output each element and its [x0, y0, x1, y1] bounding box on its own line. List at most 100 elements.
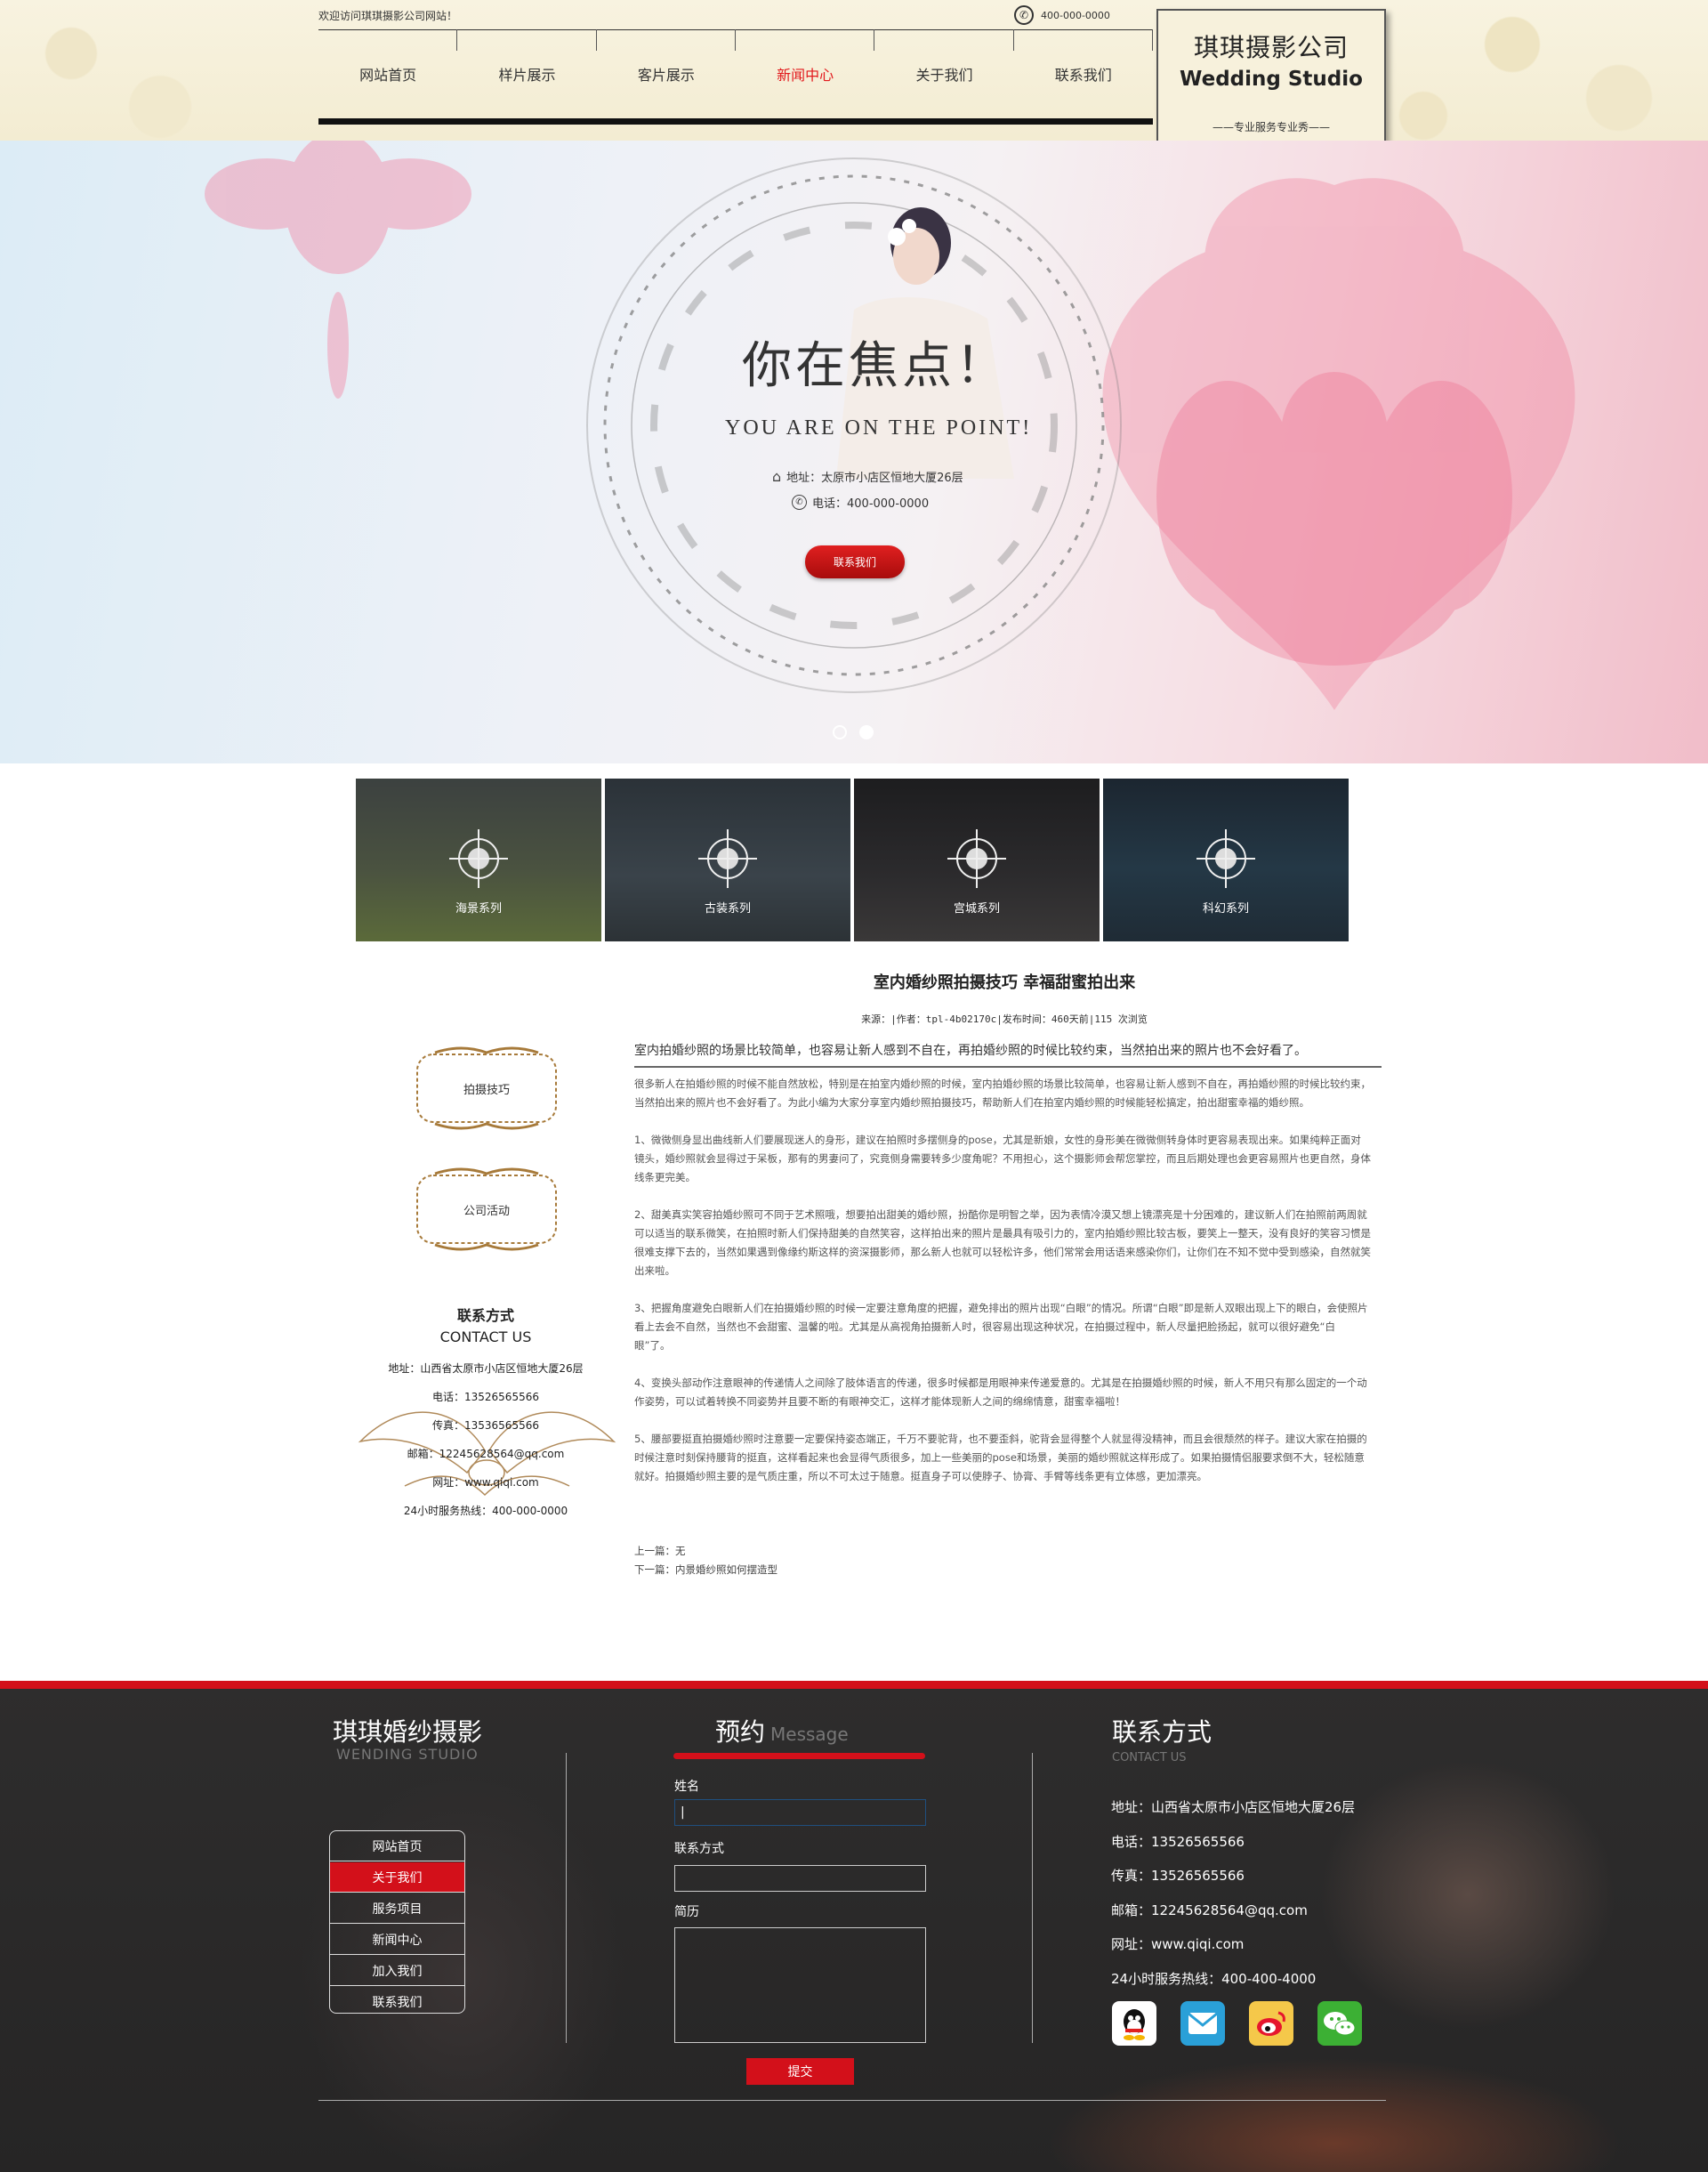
- name-field[interactable]: |: [674, 1799, 926, 1826]
- sidebar-contact-website: 网址：www.qiqi.com: [432, 1476, 539, 1489]
- name-label: 姓名: [674, 1780, 699, 1794]
- wechat-icon[interactable]: [1317, 2001, 1362, 2046]
- sidebar-item-company-events[interactable]: 公司活动: [408, 1165, 565, 1254]
- logo-cn: 琪琪摄影公司: [1193, 33, 1349, 62]
- crosshair-icon: [698, 829, 757, 888]
- article-title: 室内婚纱照拍摄技巧 幸福甜蜜拍出来: [873, 973, 1136, 992]
- qq-icon[interactable]: [1112, 2001, 1156, 2046]
- logo[interactable]: 琪琪摄影公司 Wedding Studio ——专业服务专业秀——: [1156, 9, 1386, 161]
- contact-field[interactable]: [674, 1865, 926, 1892]
- slider-dot-2[interactable]: [859, 725, 874, 739]
- article-paragraph: 5、腰部要挺直拍摄婚纱照时注意要一定要保持姿态端正，千万不要驼背，也不要歪斜，驼…: [634, 1433, 1367, 1482]
- footer-contact-title: 联系方式: [1112, 1717, 1213, 1747]
- category-label: 海景系列: [455, 902, 502, 916]
- contact-label: 联系方式: [674, 1842, 724, 1856]
- footer-contact-email: 邮箱：12245628564@qq.com: [1111, 1902, 1308, 1918]
- nav-item-home[interactable]: 网站首页: [318, 29, 458, 118]
- banner-decoration: [205, 141, 1575, 710]
- header-phone: ✆ 400-000-0000: [1014, 5, 1110, 25]
- category-label: 宫城系列: [953, 902, 1000, 916]
- footer-contact-phone: 电话：13526565566: [1111, 1834, 1245, 1850]
- banner-address-text: 地址：太原市小店区恒地大厦26层: [786, 472, 963, 485]
- nav-item-news[interactable]: 新闻中心: [736, 29, 875, 118]
- logo-en: Wedding Studio: [1180, 68, 1363, 91]
- category-ancient[interactable]: 古装系列: [605, 779, 850, 941]
- nav-item-about[interactable]: 关于我们: [874, 29, 1014, 118]
- phone-icon: ✆: [1014, 5, 1034, 25]
- message-title-bar: [673, 1753, 925, 1759]
- article-paragraph: 3、把握角度避免白眼新人们在拍摄婚纱照的时候一定要注意角度的把握，避免排出的照片…: [634, 1302, 1368, 1352]
- logo-slogan: ——专业服务专业秀——: [1212, 121, 1330, 133]
- welcome-text: 欢迎访问琪琪摄影公司网站！: [318, 10, 458, 22]
- slider-dot-1[interactable]: [833, 725, 847, 739]
- article-paragraph: 4、变换头部动作注意眼神的传递情人之间除了肢体语言的传递，很多时候都是用眼神来传…: [634, 1377, 1367, 1408]
- sidebar-item-photo-tips[interactable]: 拍摄技巧: [408, 1044, 565, 1133]
- footer-contact-address: 地址：山西省太原市小店区恒地大厦26层: [1111, 1799, 1356, 1815]
- contact-us-button[interactable]: 联系我们: [805, 545, 905, 578]
- article-paragraph: 2、甜美真实笑容拍婚纱照可不同于艺术照哦，想要拍出甜美的婚纱照，扮酷你是明智之举…: [634, 1208, 1371, 1277]
- footer-bottom-rule: [318, 2100, 1386, 2101]
- footer-menu-join[interactable]: 加入我们: [330, 1956, 464, 1986]
- footer-contact-fax: 传真：13526565566: [1111, 1868, 1245, 1884]
- category-gallery: 海景系列 古装系列 宫城系列 科幻系列: [356, 779, 1349, 941]
- sidebar-contact: 联系方式 CONTACT US 地址：山西省太原市小店区恒地大厦26层 电话：1…: [356, 1304, 616, 1525]
- category-seaside[interactable]: 海景系列: [356, 779, 601, 941]
- home-icon: ⌂: [772, 468, 782, 485]
- resume-textarea[interactable]: [674, 1927, 926, 2043]
- banner-title: 你在焦点！: [742, 337, 1009, 395]
- footer-menu-about[interactable]: 关于我们: [330, 1862, 464, 1893]
- sidebar-contact-title: 联系方式: [456, 1307, 514, 1324]
- footer-divider: [566, 1753, 567, 2043]
- sidebar-item-label: 拍摄技巧: [463, 1083, 510, 1097]
- sidebar-contact-address: 地址：山西省太原市小店区恒地大厦26层: [388, 1362, 584, 1375]
- footer-menu-contact[interactable]: 联系我们: [330, 1987, 464, 2013]
- sidebar-item-label: 公司活动: [463, 1204, 510, 1218]
- message-title-cn: 预约: [715, 1717, 766, 1747]
- footer-menu-news[interactable]: 新闻中心: [330, 1925, 464, 1955]
- sidebar-contact-email: 邮箱：12245628564@qq.com: [407, 1448, 565, 1460]
- article-body: 很多新人在拍婚纱照的时候不能自然放松，特别是在拍室内婚纱照的时候，室内拍婚纱照的…: [634, 1075, 1371, 1505]
- header-phone-number: 400-000-0000: [1041, 9, 1110, 21]
- weibo-icon[interactable]: [1249, 2001, 1293, 2046]
- banner-subtitle: YOU ARE ON THE POINT!: [725, 416, 1033, 440]
- footer-contact-hotline: 24小时服务热线：400-400-4000: [1111, 1971, 1317, 1987]
- footer-menu-services[interactable]: 服务项目: [330, 1893, 464, 1924]
- submit-button[interactable]: 提交: [746, 2058, 854, 2085]
- footer-menu: 网站首页 关于我们 服务项目 新闻中心 加入我们 联系我们: [329, 1830, 465, 2014]
- category-label: 古装系列: [704, 902, 751, 916]
- resume-label: 简历: [674, 1905, 699, 1919]
- prev-article-link[interactable]: 上一篇：无: [634, 1544, 686, 1558]
- phone-icon: ✆: [792, 495, 807, 510]
- article-paragraph: 1、微微侧身显出曲线新人们要展现迷人的身形，建议在拍照时多摆侧身的pose，尤其…: [634, 1134, 1371, 1183]
- main-nav: 网站首页 样片展示 客片展示 新闻中心 关于我们 联系我们: [318, 29, 1153, 118]
- category-scifi[interactable]: 科幻系列: [1103, 779, 1349, 941]
- crosshair-icon: [947, 829, 1006, 888]
- footer-contact-title-en: CONTACT US: [1112, 1751, 1187, 1764]
- footer-menu-home[interactable]: 网站首页: [330, 1831, 464, 1861]
- banner-phone-text: 电话：400-000-0000: [812, 497, 930, 511]
- nav-item-clients[interactable]: 客片展示: [597, 29, 736, 118]
- crosshair-icon: [449, 829, 508, 888]
- hero-banner: 你在焦点！ YOU ARE ON THE POINT! ⌂ 地址：太原市小店区恒…: [0, 141, 1708, 763]
- sidebar-contact-phone: 电话：13526565566: [432, 1391, 539, 1403]
- sidebar-contact-fax: 传真：13536565566: [432, 1419, 539, 1432]
- footer-brand-en: WENDING STUDIO: [336, 1746, 479, 1763]
- nav-item-contact[interactable]: 联系我们: [1014, 29, 1153, 118]
- next-article-link[interactable]: 下一篇：内景婚纱照如何摆造型: [634, 1562, 777, 1577]
- nav-item-samples[interactable]: 样片展示: [457, 29, 597, 118]
- category-label: 科幻系列: [1202, 902, 1249, 916]
- banner-phone: ✆ 电话：400-000-0000: [792, 494, 929, 511]
- sidebar-contact-hotline: 24小时服务热线：400-000-0000: [403, 1505, 568, 1517]
- category-palace[interactable]: 宫城系列: [854, 779, 1100, 941]
- footer-top-bar: [0, 1681, 1708, 1689]
- message-title-en: Message: [770, 1724, 849, 1745]
- article-meta: 来源：|作者：tpl-4b02170c|发布时间：460天前|115 次浏览: [861, 1013, 1148, 1025]
- sidebar-contact-title-en: CONTACT US: [439, 1328, 532, 1345]
- article-paragraph: 很多新人在拍婚纱照的时候不能自然放松，特别是在拍室内婚纱照的时候，室内拍婚纱照的…: [634, 1078, 1371, 1109]
- footer-brand: 琪琪婚纱摄影: [333, 1717, 483, 1747]
- nav-underline-bar: [318, 118, 1153, 125]
- message-form-title: 预约 Message: [715, 1713, 849, 1748]
- email-icon[interactable]: [1180, 2001, 1225, 2046]
- footer-divider: [1032, 1753, 1033, 2043]
- crosshair-icon: [1196, 829, 1255, 888]
